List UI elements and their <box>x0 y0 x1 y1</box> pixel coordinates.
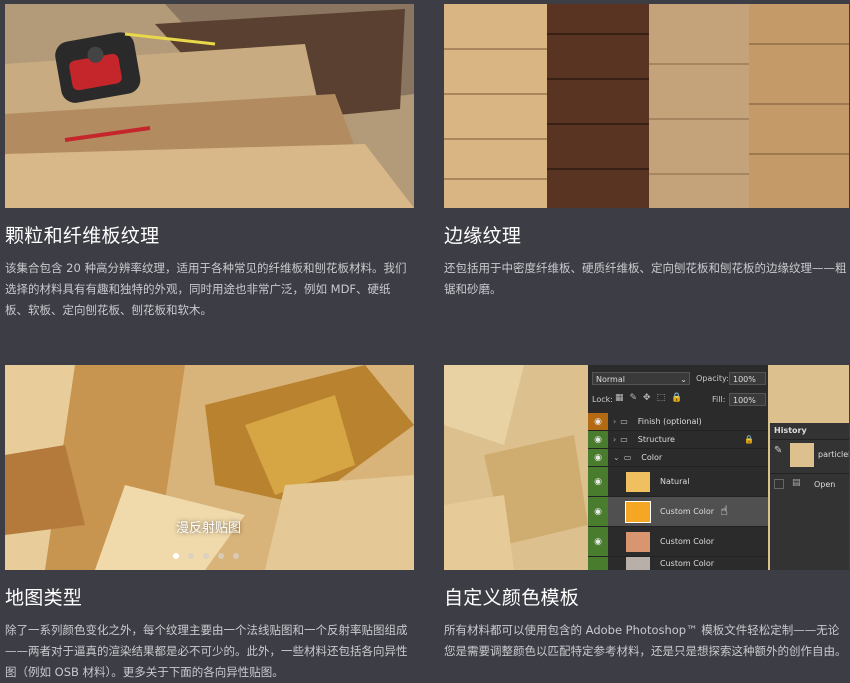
document-icon: ▤ <box>792 478 801 488</box>
history-checkbox[interactable] <box>774 479 784 489</box>
lock-options-icons[interactable]: ▦✎✥⬚🔒 <box>615 393 688 403</box>
eye-icon[interactable]: ◉ <box>588 467 608 496</box>
chevron-down-icon[interactable]: ⌄ <box>613 453 620 462</box>
eye-icon[interactable]: ◉ <box>588 449 608 466</box>
layer-thumbnail <box>625 500 651 523</box>
photoshop-template-screenshot: Normal ⌄ Opacity: 100% Lock: ▦✎✥⬚🔒 Fill: … <box>444 365 849 570</box>
card-title-custom-color: 自定义颜色模板 <box>444 587 580 609</box>
history-snapshot-label: particleb <box>818 450 849 459</box>
lock-icon: 🔒 <box>744 435 754 444</box>
card-description-map-types: 除了一系列颜色变化之外，每个纹理主要由一个法线贴图和一个反射率贴图组成——两者对… <box>5 623 408 679</box>
layer-custom-color[interactable]: ◉ Custom Color <box>588 527 768 557</box>
eye-icon[interactable]: ◉ <box>588 527 608 556</box>
map-types-slider[interactable]: 漫反射贴图 <box>5 365 414 570</box>
card-description-custom-color: 所有材料都可以使用包含的 Adobe Photoshop™ 模板文件轻松定制——… <box>444 623 847 658</box>
fiberboard-photo <box>5 4 414 208</box>
history-item-open[interactable]: Open <box>814 480 835 489</box>
brush-icon: ✎ <box>774 445 783 456</box>
fill-field[interactable]: 100% <box>729 393 766 406</box>
opacity-label: Opacity: <box>696 374 729 383</box>
slider-caption: 漫反射贴图 <box>176 521 242 536</box>
card-description-particleboard: 该集合包含 20 种高分辨率纹理，适用于各种常见的纤维板和刨花板材料。我们选择的… <box>5 261 407 317</box>
layer-group-color[interactable]: ◉ ⌄ ▭ Color <box>588 449 768 467</box>
eye-icon[interactable]: ◉ <box>588 431 608 448</box>
history-snapshot-thumbnail[interactable] <box>790 443 814 467</box>
folder-icon: ▭ <box>620 417 628 426</box>
layer-name: Custom Color <box>660 537 715 546</box>
slider-dot[interactable] <box>233 553 239 559</box>
layer-name: Structure <box>637 435 675 444</box>
layer-custom-color-selected[interactable]: ◉ Custom Color ☝ <box>588 497 768 527</box>
card-title-edge: 边缘纹理 <box>444 225 522 247</box>
slider-dot[interactable] <box>218 553 224 559</box>
chevron-right-icon[interactable]: › <box>613 417 616 426</box>
layer-name: Color <box>641 453 663 462</box>
slider-dot[interactable] <box>188 553 194 559</box>
layer-name: Custom Color <box>660 559 715 568</box>
chevron-down-icon: ⌄ <box>680 375 687 384</box>
layer-group-structure[interactable]: ◉ › ▭ Structure 🔒 <box>588 431 768 449</box>
layer-group-finish[interactable]: ◉ › ▭ Finish (optional) <box>588 413 768 431</box>
folder-icon: ▭ <box>620 435 628 444</box>
layer-thumbnail <box>626 531 650 552</box>
fill-label: Fill: <box>712 395 726 404</box>
blend-mode-select[interactable]: Normal ⌄ <box>592 372 690 385</box>
card-title-map-types: 地图类型 <box>5 587 83 609</box>
layer-custom-color[interactable]: Custom Color <box>588 557 768 570</box>
folder-icon: ▭ <box>623 453 632 462</box>
layer-name: Custom Color <box>660 507 715 516</box>
eye-icon[interactable] <box>588 557 608 570</box>
slider-dot[interactable] <box>203 553 209 559</box>
eye-icon[interactable]: ◉ <box>588 413 608 430</box>
eye-icon[interactable]: ◉ <box>588 497 608 526</box>
opacity-field[interactable]: 100% <box>729 372 766 385</box>
card-description-edge: 还包括用于中密度纤维板、硬质纤维板、定向刨花板和刨花板的边缘纹理——粗锯和砂磨。 <box>444 261 847 296</box>
layer-name: Finish (optional) <box>637 417 702 426</box>
lock-label: Lock: <box>592 395 613 404</box>
layer-thumbnail <box>626 557 650 570</box>
slider-dots <box>173 553 239 559</box>
layer-natural[interactable]: ◉ Natural <box>588 467 768 497</box>
photoshop-layers-panel: Normal ⌄ Opacity: 100% Lock: ▦✎✥⬚🔒 Fill: … <box>588 365 768 570</box>
slider-dot[interactable] <box>173 553 179 559</box>
hand-cursor-icon: ☝ <box>720 504 728 519</box>
layer-name: Natural <box>660 477 690 486</box>
edge-texture-photo <box>444 4 849 208</box>
layer-thumbnail <box>626 471 650 492</box>
chevron-right-icon[interactable]: › <box>613 435 616 444</box>
history-panel: History ✎ particleb ▤ Open <box>770 423 849 570</box>
history-title: History <box>774 426 807 435</box>
card-title-particleboard: 颗粒和纤维板纹理 <box>5 225 160 247</box>
